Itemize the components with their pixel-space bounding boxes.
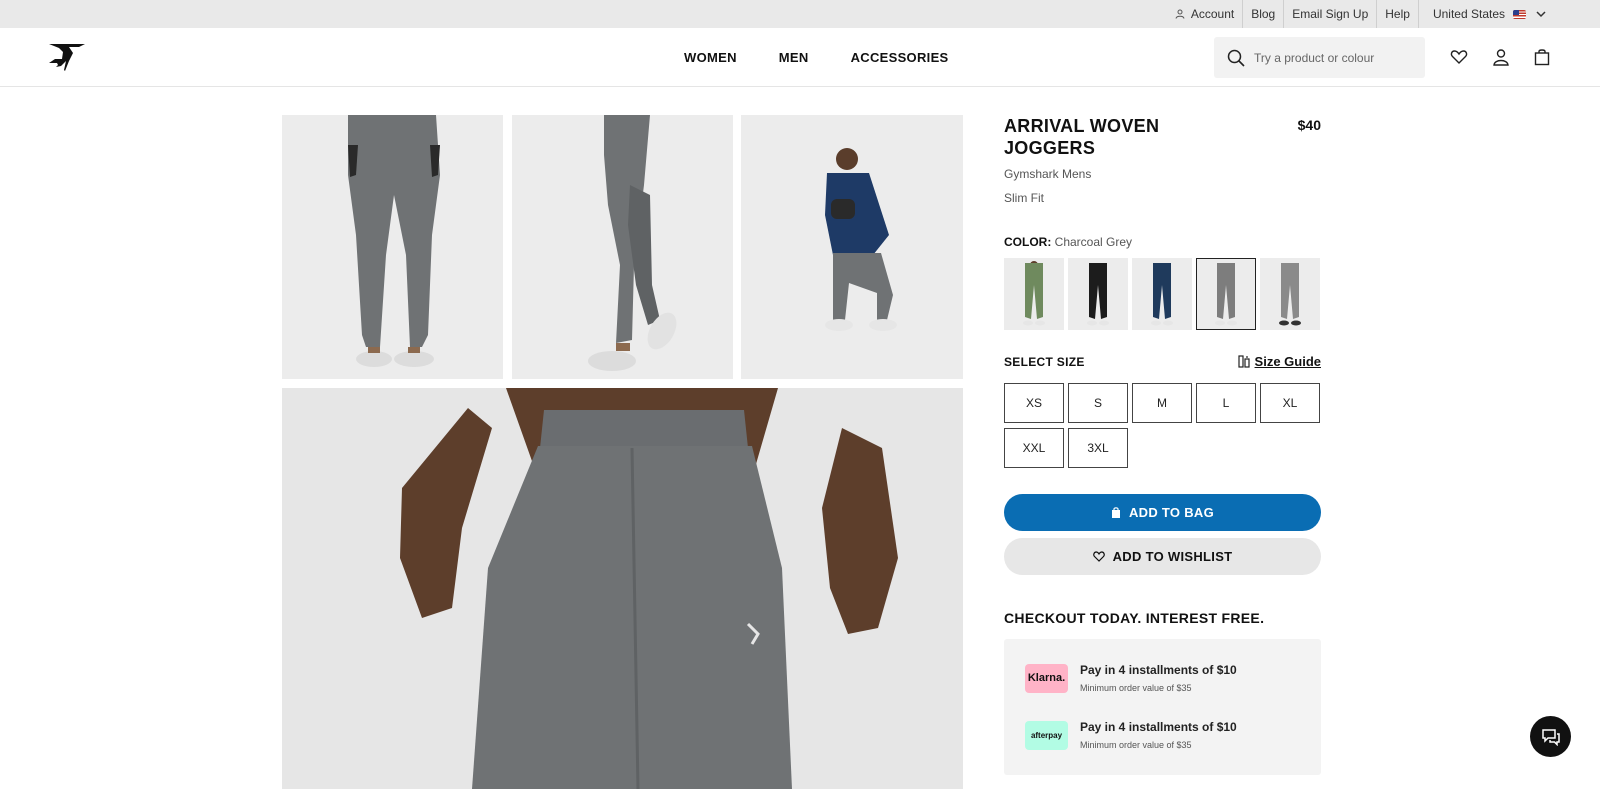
afterpay-installments: Pay in 4 installments of $10 xyxy=(1080,720,1237,734)
wishlist-heart-icon[interactable] xyxy=(1450,48,1468,66)
search-box[interactable] xyxy=(1214,37,1425,78)
product-image-back[interactable] xyxy=(282,115,503,379)
size-guide-label: Size Guide xyxy=(1254,354,1321,369)
us-flag-icon xyxy=(1513,9,1526,19)
product-title: ARRIVAL WOVEN JOGGERS xyxy=(1004,116,1160,158)
help-label: Help xyxy=(1385,7,1410,21)
blog-label: Blog xyxy=(1251,7,1276,21)
size-3xl[interactable]: 3XL xyxy=(1068,428,1128,468)
nav-men[interactable]: MEN xyxy=(779,50,809,65)
product-price: $40 xyxy=(1297,117,1321,133)
swatch-charcoal-grey[interactable] xyxy=(1196,258,1256,330)
chat-button[interactable] xyxy=(1530,716,1571,757)
product-fit: Slim Fit xyxy=(1004,191,1044,205)
email-signup-label: Email Sign Up xyxy=(1292,7,1369,21)
size-xl[interactable]: XL xyxy=(1260,383,1320,423)
product-image-closeup[interactable] xyxy=(282,388,963,789)
search-icon xyxy=(1227,49,1245,67)
color-row: COLOR: Charcoal Grey xyxy=(1004,235,1132,249)
product-image-squat[interactable] xyxy=(741,115,963,379)
heart-icon xyxy=(1092,551,1105,562)
shopping-bag-icon[interactable] xyxy=(1533,48,1551,66)
afterpay-minimum: Minimum order value of $35 xyxy=(1080,740,1192,750)
nav-women[interactable]: WOMEN xyxy=(684,50,737,65)
help-link[interactable]: Help xyxy=(1376,0,1418,28)
add-to-bag-button[interactable]: ADD TO BAG xyxy=(1004,494,1321,531)
add-to-wishlist-label: ADD TO WISHLIST xyxy=(1112,549,1233,564)
klarna-installments: Pay in 4 installments of $10 xyxy=(1080,663,1237,677)
account-icon xyxy=(1175,9,1185,19)
size-m[interactable]: M xyxy=(1132,383,1192,423)
ruler-icon xyxy=(1237,355,1250,368)
select-size-label: SELECT SIZE xyxy=(1004,354,1085,369)
size-options: XS S M L XL XXL 3XL xyxy=(1004,383,1326,473)
swatch-navy[interactable] xyxy=(1132,258,1192,330)
utility-bar: Account Blog Email Sign Up Help United S… xyxy=(0,0,1600,28)
search-input[interactable] xyxy=(1254,50,1414,65)
product-info-panel: ARRIVAL WOVEN JOGGERS $40 Gymshark Mens … xyxy=(1004,115,1321,775)
chat-bubbles-icon xyxy=(1541,728,1560,746)
size-header: SELECT SIZE Size Guide xyxy=(1004,354,1321,369)
swatch-black[interactable] xyxy=(1068,258,1128,330)
size-guide-link[interactable]: Size Guide xyxy=(1237,354,1321,369)
color-value: Charcoal Grey xyxy=(1054,235,1133,249)
afterpay-option[interactable]: afterpay Pay in 4 installments of $10 Mi… xyxy=(1025,720,1237,750)
main-nav: WOMEN MEN ACCESSORIES xyxy=(684,28,991,86)
size-s[interactable]: S xyxy=(1068,383,1128,423)
email-signup-link[interactable]: Email Sign Up xyxy=(1283,0,1376,28)
nav-accessories[interactable]: ACCESSORIES xyxy=(851,50,949,65)
klarna-option[interactable]: Klarna. Pay in 4 installments of $10 Min… xyxy=(1025,663,1237,693)
payment-options-box: Klarna. Pay in 4 installments of $10 Min… xyxy=(1004,639,1321,775)
blog-link[interactable]: Blog xyxy=(1242,0,1283,28)
afterpay-logo: afterpay xyxy=(1025,720,1068,750)
bag-icon xyxy=(1111,507,1120,518)
size-xxl[interactable]: XXL xyxy=(1004,428,1064,468)
klarna-minimum: Minimum order value of $35 xyxy=(1080,683,1192,693)
product-image-side[interactable] xyxy=(512,115,733,379)
account-icon[interactable] xyxy=(1492,48,1510,66)
color-label: COLOR: xyxy=(1004,235,1052,249)
swatch-grey[interactable] xyxy=(1260,258,1320,330)
add-to-bag-label: ADD TO BAG xyxy=(1128,505,1215,520)
gymshark-logo-icon[interactable] xyxy=(47,41,87,73)
size-l[interactable]: L xyxy=(1196,383,1256,423)
product-brand-line: Gymshark Mens xyxy=(1004,167,1092,181)
account-label: Account xyxy=(1190,7,1235,21)
size-xs[interactable]: XS xyxy=(1004,383,1064,423)
add-to-wishlist-button[interactable]: ADD TO WISHLIST xyxy=(1004,538,1321,575)
klarna-logo: Klarna. xyxy=(1025,663,1068,693)
site-header: WOMEN MEN ACCESSORIES xyxy=(0,28,1600,87)
color-swatches xyxy=(1004,258,1324,330)
account-link[interactable]: Account xyxy=(1167,0,1242,28)
country-label: United States xyxy=(1432,7,1505,21)
chevron-down-icon xyxy=(1536,10,1546,17)
swatch-green[interactable] xyxy=(1004,258,1064,330)
checkout-title: CHECKOUT TODAY. INTEREST FREE. xyxy=(1004,610,1265,626)
country-selector[interactable]: United States xyxy=(1417,0,1560,28)
